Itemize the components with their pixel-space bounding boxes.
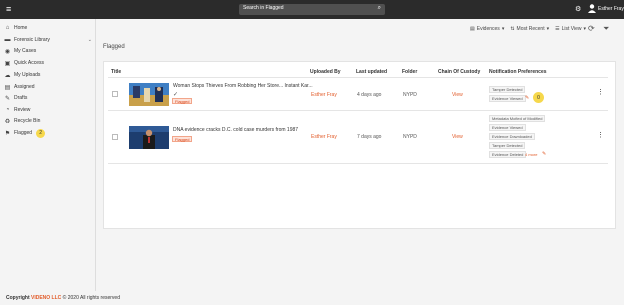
cloud-upload-icon: ☁ (4, 72, 11, 79)
sidebar-item-flagged[interactable]: ⚑ Flagged 2 (4, 128, 94, 138)
pref-chip: Evidence Deleted (489, 151, 527, 158)
chevron-down-icon: ▾ (583, 26, 587, 32)
sidebar-item-forensic-library[interactable]: ▬ Forensic Library ⌄ (4, 35, 94, 45)
sidebar-item-review[interactable]: ◔ Review (4, 105, 94, 115)
flagged-tag: Flagged (172, 98, 193, 104)
recycle-icon: ♻ (4, 118, 11, 125)
column-header-last-updated[interactable]: Last updated (356, 69, 387, 75)
evidence-title[interactable]: Woman Stops Thieves From Robbing Her Sto… (173, 83, 313, 89)
pref-chip: Metadata Mofied of Modified (489, 115, 546, 122)
divider (108, 77, 608, 78)
column-header-title[interactable]: Title (111, 69, 121, 75)
sort-icon: ⇅ (510, 26, 515, 32)
divider (108, 110, 608, 111)
view-dropdown[interactable]: ☰ List View ▾ (555, 26, 586, 32)
pref-chip: Tamper Detected (489, 142, 526, 149)
user-avatar-icon[interactable] (588, 4, 596, 13)
edit-preferences-icon[interactable]: ✎ (542, 151, 546, 157)
sidebar-item-label: Home (14, 25, 28, 31)
uploaded-by-link[interactable]: Esther Fray (311, 134, 337, 140)
column-header-notification-preferences[interactable]: Notification Preferences (489, 69, 547, 75)
video-thumbnail[interactable] (129, 83, 169, 106)
sidebar-item-label: Quick Access (14, 60, 45, 66)
footer: Copyright VIDENO LLC © 2020 All rights r… (6, 295, 120, 301)
view-label: List View (561, 26, 582, 32)
evidences-dropdown[interactable]: ▤ Evidences ▾ (470, 26, 504, 32)
brand-link[interactable]: VIDENO LLC (31, 295, 61, 301)
pref-chip: Evidence Downloaded (489, 133, 535, 140)
list-view-icon: ☰ (555, 26, 560, 32)
sidebar-item-label: My Cases (14, 48, 37, 54)
flagged-tag: Flagged (172, 136, 193, 142)
sidebar-item-label: Flagged (14, 130, 33, 136)
column-header-folder[interactable]: Folder (402, 69, 417, 75)
column-header-chain-of-custody[interactable]: Chain Of Custody (438, 69, 480, 75)
sidebar-item-my-cases[interactable]: ◉ My Cases (4, 46, 94, 56)
sort-dropdown[interactable]: ⇅ Most Recent ▾ (510, 26, 549, 32)
assigned-icon: ▤ (4, 84, 11, 91)
pref-chip: Evidence Viewed (489, 95, 526, 102)
sidebar-item-quick-access[interactable]: ▣ Quick Access (4, 58, 94, 68)
copyright-label: Copyright (6, 295, 30, 301)
divider (108, 163, 608, 164)
more-preferences-link[interactable]: 4 more (525, 152, 537, 157)
video-thumbnail[interactable] (129, 126, 169, 149)
folder: NYPD (403, 92, 417, 98)
sidebar-item-label: Assigned (14, 84, 35, 90)
search-input[interactable]: Search in Flagged ⌕ (239, 4, 385, 15)
sidebar-item-home[interactable]: ⌂ Home (4, 23, 94, 33)
evidences-icon: ▤ (470, 26, 475, 32)
chain-of-custody-view-link[interactable]: View (452, 92, 463, 98)
review-icon: ◔ (5, 107, 10, 113)
column-header-uploaded-by[interactable]: Uploaded By (310, 69, 341, 75)
settings-icon[interactable]: ⚙ (575, 5, 581, 13)
folder-icon: ▬ (4, 37, 11, 43)
search-icon[interactable]: ⌕ (378, 5, 381, 12)
folder: NYPD (403, 134, 417, 140)
chevron-down-icon: ▾ (501, 26, 505, 32)
row-badge: 0 (533, 92, 544, 103)
refresh-icon[interactable]: ⟳ (588, 24, 595, 33)
uploaded-by-link[interactable]: Esther Fray (311, 92, 337, 98)
more-options-icon[interactable]: ⋮ (597, 89, 604, 96)
evidences-label: Evidences (476, 26, 500, 32)
user-name[interactable]: Esther Fray (598, 6, 624, 12)
copyright-text: © 2020 All rights reserved (62, 295, 120, 301)
pencil-icon: ✎ (4, 95, 11, 102)
search-placeholder: Search in Flagged (243, 5, 284, 11)
page-title: Flagged (103, 44, 125, 50)
sidebar-item-label: Drafts (14, 95, 28, 101)
chevron-down-icon: ▾ (546, 26, 550, 32)
row-checkbox[interactable] (112, 91, 118, 97)
sidebar-item-label: Review (14, 107, 31, 113)
cases-icon: ◉ (4, 48, 11, 55)
sidebar-item-label: Forensic Library (14, 37, 50, 43)
sidebar-item-drafts[interactable]: ✎ Drafts (4, 93, 94, 103)
evidence-title[interactable]: DNA evidence cracks D.C. cold case murde… (173, 127, 298, 133)
sidebar-item-label: My Uploads (14, 72, 41, 78)
quick-access-icon: ▣ (4, 60, 11, 67)
filter-icon[interactable]: ⏷ (603, 24, 609, 34)
pref-chip: Tamper Detected (489, 86, 526, 93)
row-checkbox[interactable] (112, 134, 118, 140)
flag-icon: ⚑ (4, 130, 11, 137)
sidebar-item-recycle-bin[interactable]: ♻ Recycle Bin (4, 116, 94, 126)
menu-icon[interactable]: ≡ (6, 4, 11, 14)
last-updated: 4 days ago (357, 92, 382, 98)
sidebar-item-label: Recycle Bin (14, 118, 41, 124)
last-updated: 7 days ago (357, 134, 382, 140)
pref-chip: Evidence Viewed (489, 124, 526, 131)
edit-preferences-icon[interactable]: ✎ (525, 95, 529, 101)
top-bar: ≡ Search in Flagged ⌕ ⚙ Esther Fray (0, 0, 624, 19)
flagged-count-badge: 2 (36, 128, 46, 138)
toolbar: ▤ Evidences ▾ ⇅ Most Recent ▾ ☰ List Vie… (470, 24, 592, 34)
chain-of-custody-view-link[interactable]: View (452, 134, 463, 140)
home-icon: ⌂ (5, 25, 10, 31)
more-options-icon[interactable]: ⋮ (597, 132, 604, 139)
sidebar-item-assigned[interactable]: ▤ Assigned (4, 82, 94, 92)
sort-label: Most Recent (516, 26, 545, 32)
verified-check-icon: ✓ (173, 92, 179, 98)
sidebar-item-my-uploads[interactable]: ☁ My Uploads (4, 70, 94, 80)
chevron-down-icon[interactable]: ⌄ (88, 37, 92, 43)
